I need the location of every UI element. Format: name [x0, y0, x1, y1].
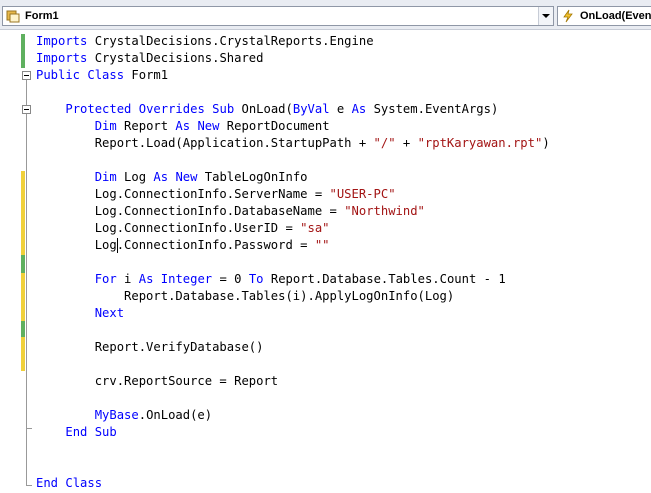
event-icon — [563, 9, 573, 23]
code-line-7: Report.Load(Application.StartupPath + "/… — [36, 136, 550, 150]
saved-change-marker — [21, 34, 25, 68]
code-line-5: Protected Overrides Sub OnLoad(ByVal e A… — [65, 102, 499, 116]
method-combo-label: OnLoad(EventArgs) — [580, 10, 651, 22]
code-line-11: Log.ConnectionInfo.DatabaseName = "North… — [36, 204, 425, 218]
saved-change-marker — [21, 255, 25, 273]
code-line-19: Report.VerifyDatabase() — [36, 340, 264, 354]
chevron-down-icon[interactable] — [538, 7, 553, 25]
code-line-16: Report.Database.Tables(i).ApplyLogOnInfo… — [36, 289, 455, 303]
code-line-12: Log.ConnectionInfo.UserID = "sa" — [36, 221, 330, 235]
unsaved-change-marker — [21, 273, 25, 321]
unsaved-change-marker — [21, 171, 25, 255]
navigation-bar: Form1 OnLoad(EventArgs) — [0, 0, 651, 30]
sub-outline-line — [26, 114, 27, 428]
saved-change-marker — [21, 321, 25, 337]
code-line-13: Log.ConnectionInfo.Password = "" — [36, 238, 330, 252]
collapse-class-toggle[interactable] — [22, 71, 31, 80]
code-line-23: MyBase.OnLoad(e) — [94, 408, 213, 422]
text-caret — [117, 238, 118, 253]
code-line-9: Dim Log As New TableLogOnInfo — [94, 170, 308, 184]
code-line-21: crv.ReportSource = Report — [36, 374, 279, 388]
code-line-1: Imports CrystalDecisions.CrystalReports.… — [36, 34, 374, 48]
code-line-17: Next — [94, 306, 125, 320]
method-name-combo[interactable]: OnLoad(EventArgs) — [557, 6, 651, 26]
class-combo-label: Form1 — [25, 10, 59, 22]
code-line-6: Dim Report As New ReportDocument — [94, 119, 330, 133]
code-line-3: Public Class Form1 — [36, 68, 169, 82]
collapse-sub-toggle[interactable] — [22, 105, 31, 114]
form-class-icon — [6, 10, 20, 23]
code-line-10: Log.ConnectionInfo.ServerName = "USER-PC… — [36, 187, 396, 201]
unsaved-change-marker — [21, 337, 25, 371]
class-name-combo[interactable]: Form1 — [2, 6, 554, 26]
code-line-24: End Sub — [65, 425, 117, 439]
code-line-27: End Class — [36, 476, 103, 490]
code-editor[interactable]: Imports CrystalDecisions.CrystalReports.… — [0, 30, 651, 493]
sub-outline-end — [26, 428, 32, 429]
code-line-15: For i As Integer = 0 To Report.Database.… — [94, 272, 506, 286]
code-line-2: Imports CrystalDecisions.Shared — [36, 51, 264, 65]
class-outline-end — [26, 485, 32, 486]
